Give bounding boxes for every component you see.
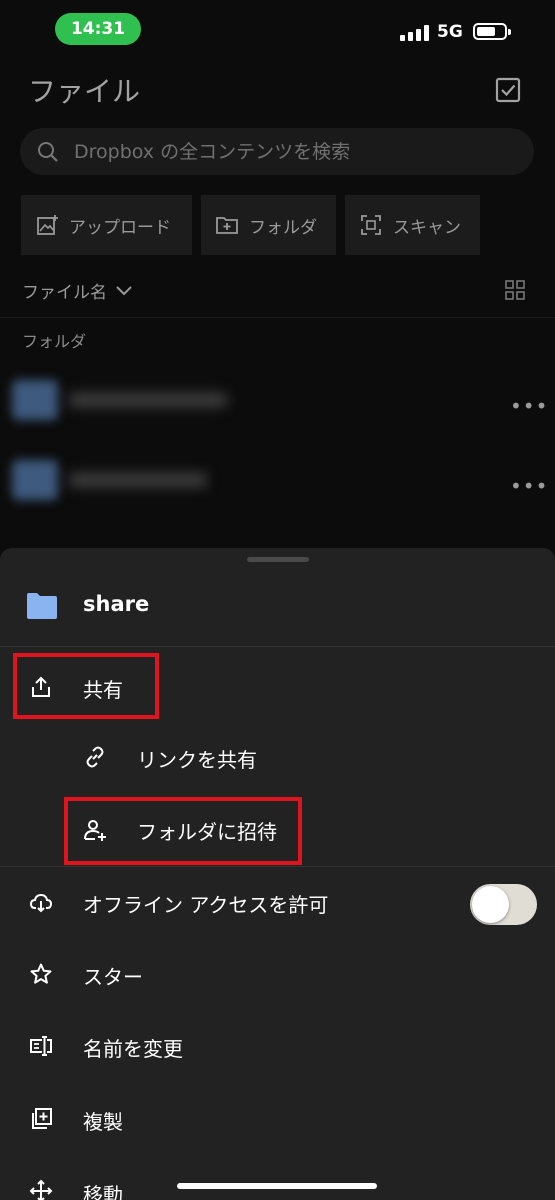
divider (0, 866, 555, 867)
list-item[interactable]: ••• (0, 448, 555, 518)
home-indicator (177, 1183, 377, 1189)
search-input[interactable] (74, 128, 514, 175)
menu-item-label: 名前を変更 (83, 1037, 183, 1061)
blurred-name (68, 472, 208, 488)
move-icon (29, 1179, 53, 1200)
folder-name: share (83, 592, 150, 616)
upload-button[interactable]: アップロード (21, 195, 192, 255)
rename-icon (30, 1036, 52, 1056)
menu-item-label: オフライン アクセスを許可 (83, 893, 329, 917)
duplicate-icon (32, 1108, 52, 1129)
scan-button-label: スキャン (393, 217, 461, 238)
divider (0, 317, 555, 318)
blurred-name (68, 392, 228, 408)
action-sheet: share 共有 リンクを共有 フォルダに招待 オフライン アクセスを許可 スタ… (0, 548, 555, 1200)
scan-icon (361, 215, 381, 235)
scan-button[interactable]: スキャン (345, 195, 480, 255)
folder-icon (12, 380, 58, 420)
grid-view-icon[interactable] (505, 280, 525, 300)
new-folder-icon (216, 217, 238, 234)
menu-item-star[interactable]: スター (0, 940, 555, 1006)
search-bar[interactable] (20, 128, 534, 175)
files-screen: ファイル アップロード フォルダ スキャン ファイル名 (0, 0, 555, 548)
highlight-box (13, 653, 159, 719)
list-item[interactable]: ••• (0, 368, 555, 438)
new-folder-button[interactable]: フォルダ (201, 195, 336, 255)
more-icon[interactable]: ••• (510, 394, 548, 418)
checkbox-icon[interactable] (495, 77, 521, 103)
sort-dropdown[interactable]: ファイル名 (22, 278, 133, 303)
menu-item-move[interactable]: 移動 (0, 1159, 555, 1200)
cloud-download-icon (29, 893, 53, 913)
menu-item-label: 移動 (83, 1183, 123, 1200)
divider (0, 646, 555, 647)
menu-item-offline-access[interactable]: オフライン アクセスを許可 (0, 868, 555, 934)
menu-item-label: リンクを共有 (137, 748, 257, 772)
upload-button-label: アップロード (69, 217, 171, 238)
menu-item-label: 複製 (83, 1110, 123, 1134)
menu-item-label: スター (83, 965, 143, 989)
highlight-box (64, 797, 302, 865)
sheet-grabber[interactable] (247, 557, 309, 562)
star-icon (30, 963, 52, 984)
chevron-down-icon (116, 285, 132, 295)
menu-item-share-link[interactable]: リンクを共有 (0, 726, 555, 792)
more-icon[interactable]: ••• (510, 474, 548, 498)
offline-access-toggle[interactable] (470, 884, 537, 925)
section-label: フォルダ (22, 332, 87, 351)
search-icon (38, 142, 58, 162)
folder-icon (12, 460, 58, 500)
menu-item-rename[interactable]: 名前を変更 (0, 1013, 555, 1079)
page-title: ファイル (28, 75, 141, 108)
upload-image-icon (37, 215, 58, 235)
link-icon (86, 746, 104, 768)
new-folder-button-label: フォルダ (249, 217, 317, 238)
sort-label: ファイル名 (22, 283, 107, 303)
folder-icon (27, 593, 57, 619)
menu-item-duplicate[interactable]: 複製 (0, 1086, 555, 1152)
sheet-header: share (0, 578, 555, 638)
